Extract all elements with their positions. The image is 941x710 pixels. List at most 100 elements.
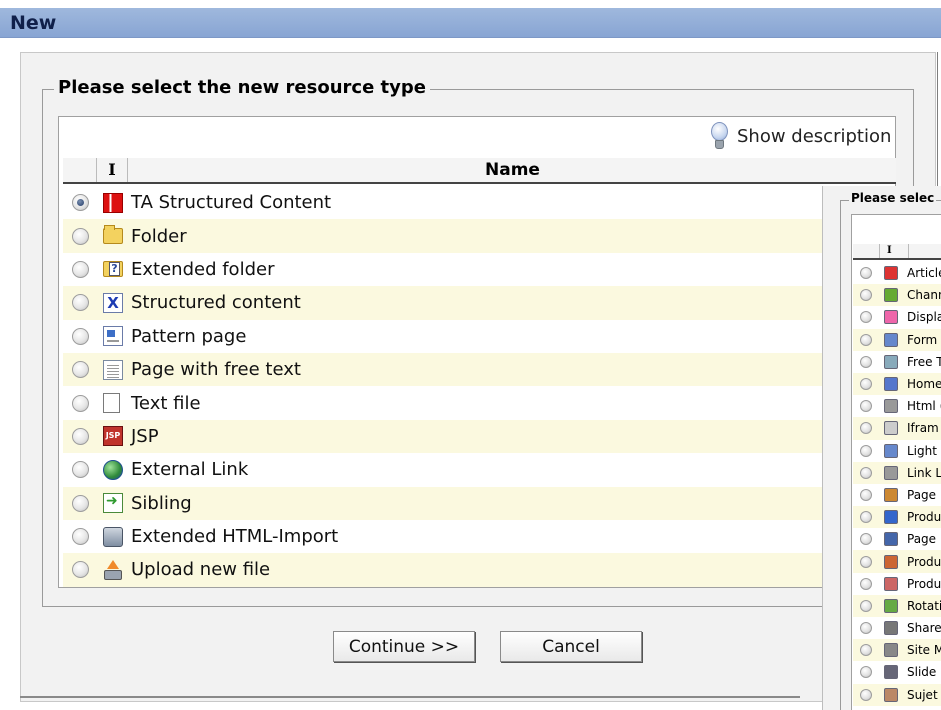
secondary-list-item[interactable]: Share [853,617,941,639]
radio-button[interactable] [72,427,89,445]
list-item-label: Folder [131,225,187,247]
list-item[interactable]: Extended HTML-Import [63,520,896,553]
resource-type-icon [884,288,898,303]
list-item[interactable]: JSP JSP [63,419,896,454]
secondary-list-item[interactable]: Chann [853,284,941,307]
secondary-list-item-label: Article [907,266,941,281]
secondary-list-item[interactable]: Link L [853,461,941,484]
radio-button[interactable] [72,194,89,212]
secondary-list-item-label: Produ [907,576,941,591]
secondary-list-item-label: Free T [907,354,941,369]
radio-button[interactable] [72,294,89,312]
list-header: I Name [63,158,896,184]
radio-button[interactable] [860,511,872,524]
secondary-list-item-label: Produ [907,554,941,569]
cancel-button[interactable]: Cancel [500,631,642,662]
radio-button[interactable] [72,394,89,412]
window-title: New [10,12,57,34]
list-item-label: Pattern page [131,325,247,347]
list-item[interactable]: External Link [63,453,896,486]
resource-type-icon [884,377,898,392]
radio-button[interactable] [860,688,872,701]
secondary-list-item[interactable]: Sujet [853,683,941,706]
radio-button[interactable] [860,488,872,501]
pattern-page-icon [103,326,123,347]
resource-type-icon [884,487,898,502]
secondary-list-item[interactable]: Page [853,528,941,550]
resource-type-legend: Please select the new resource type [54,77,430,98]
header-name-column[interactable]: Name [129,158,896,182]
radio-button[interactable] [72,561,89,579]
secondary-list-item[interactable]: Displa [853,306,941,328]
radio-button[interactable] [860,400,872,413]
list-item[interactable]: Upload new file [63,553,896,587]
radio-button[interactable] [860,644,872,657]
list-item[interactable]: TA Structured Content [63,186,896,219]
list-item-label: Extended folder [131,258,275,280]
radio-button[interactable] [72,494,89,512]
header-icon-column[interactable]: I [96,158,128,182]
list-item-label: TA Structured Content [131,192,332,214]
radio-button[interactable] [72,260,89,278]
resource-type-icon [884,665,898,680]
resource-type-rows: TA Structured Content Folder Extended fold… [63,186,896,587]
radio-button[interactable] [860,466,872,479]
resource-type-icon [884,266,898,281]
secondary-list-item[interactable]: Home [853,372,941,396]
continue-button[interactable]: Continue >> [333,631,475,662]
radio-button[interactable] [860,577,872,590]
radio-button[interactable] [860,289,872,302]
secondary-list-item[interactable]: Produ [853,573,941,595]
show-description-link[interactable]: Show description [709,120,891,152]
list-item-label: Extended HTML-Import [131,526,339,548]
resource-type-icon [884,310,898,325]
radio-button[interactable] [860,267,872,280]
page-icon [103,359,123,380]
list-item[interactable]: Folder [63,219,896,253]
secondary-list-item[interactable]: Html ( [853,395,941,417]
secondary-list-item[interactable]: Site M [853,639,941,662]
list-item-label: Page with free text [131,359,301,381]
secondary-list-item[interactable]: Light [853,440,941,462]
radio-button[interactable] [860,355,872,368]
secondary-list-item[interactable]: Rotati [853,594,941,617]
radio-button[interactable] [860,599,872,612]
list-item[interactable]: Page with free text [63,352,896,387]
folder-icon [103,225,123,245]
secondary-list-item-label: Light [907,443,937,458]
list-item-label: Sibling [131,492,192,514]
secondary-header-icon-column[interactable]: I [879,244,909,258]
radio-button[interactable] [860,444,872,457]
radio-button[interactable] [72,327,89,345]
list-item[interactable]: Pattern page [63,320,896,353]
list-item[interactable]: Sibling [63,486,896,520]
secondary-list-item[interactable]: Page [853,484,941,506]
list-item[interactable]: X Structured content [63,286,896,320]
radio-button[interactable] [72,361,89,379]
radio-button[interactable] [72,528,89,546]
secondary-list-item[interactable]: Free T [853,351,941,373]
list-item-label: JSP [131,425,159,447]
radio-button[interactable] [860,533,872,546]
radio-button[interactable] [860,333,872,346]
secondary-list-item[interactable]: Form [853,328,941,351]
secondary-list-item[interactable]: Produ [853,550,941,573]
secondary-list-item[interactable]: Produ [853,506,941,529]
radio-button[interactable] [72,227,89,245]
radio-button[interactable] [860,311,872,324]
secondary-list-item-label: Share [907,621,941,636]
radio-button[interactable] [860,555,872,568]
radio-button[interactable] [72,461,89,479]
secondary-list-item[interactable]: Ifram [853,417,941,440]
radio-button[interactable] [860,378,872,391]
secondary-list-header: I [853,244,941,260]
resource-type-icon [884,332,898,347]
radio-button[interactable] [860,422,872,435]
radio-button[interactable] [860,622,872,635]
radio-button[interactable] [860,666,872,679]
list-item[interactable]: Extended folder [63,253,896,286]
list-item[interactable]: Text file [63,386,896,419]
resource-type-icon [884,443,898,458]
secondary-list-item[interactable]: Article [853,262,941,284]
secondary-list-item[interactable]: Slide [853,661,941,683]
